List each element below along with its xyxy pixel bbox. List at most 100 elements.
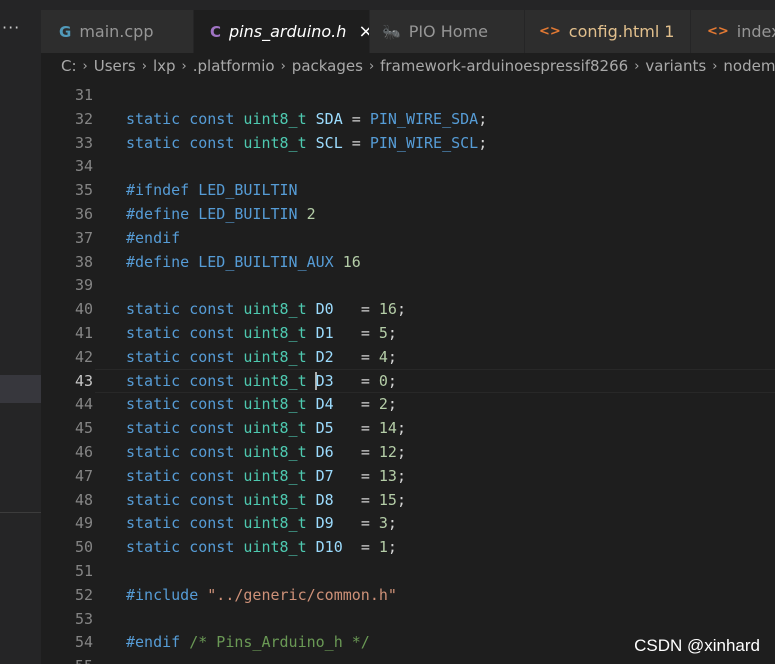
line-number: 39 [74, 276, 93, 295]
tab-main-cpp[interactable]: G main.cpp [41, 10, 194, 53]
cpp-file-icon: G [59, 22, 72, 41]
line-number: 38 [74, 252, 93, 271]
code-text: static const uint8_t D7 = 13; [126, 466, 406, 485]
code-text: static const uint8_t D2 = 4; [126, 347, 397, 366]
chevron-right-icon: › [280, 58, 286, 74]
c-file-icon: C [210, 22, 222, 41]
html-file-icon: <> [539, 24, 561, 39]
code-line[interactable]: 50 static const uint8_t D10 = 1; [41, 535, 775, 559]
code-text: #define LED_BUILTIN 2 [126, 205, 316, 223]
line-number: 50 [74, 538, 93, 557]
chevron-right-icon: › [181, 58, 187, 74]
problem-count-badge: 1 [664, 22, 675, 41]
code-editor[interactable]: 31 32 static const uint8_t SDA = PIN_WIRE_… [41, 83, 775, 664]
code-line[interactable]: 32 static const uint8_t SDA = PIN_WIRE_SD… [41, 107, 775, 131]
sidebar-selected-row[interactable] [0, 375, 41, 403]
line-number: 43 [74, 371, 93, 390]
code-line[interactable]: 52 #include "../generic/common.h" [41, 583, 775, 607]
line-number: 41 [74, 324, 93, 342]
line-number: 35 [74, 181, 93, 200]
tab-label: PIO Home [408, 22, 488, 41]
code-line[interactable]: 51 [41, 559, 775, 583]
breadcrumb-item[interactable]: Users [94, 57, 136, 75]
tab-label: pins_arduino.h [229, 22, 347, 41]
line-number: 42 [74, 347, 93, 366]
close-icon[interactable]: × [358, 21, 369, 42]
code-line[interactable]: 37 #endif [41, 226, 775, 250]
breadcrumb-item[interactable]: C: [61, 57, 77, 75]
code-text: static const uint8_t D5 = 14; [126, 419, 406, 438]
line-number: 55 [41, 654, 93, 664]
code-text: #ifndef LED_BUILTIN [126, 181, 298, 200]
line-number: 53 [74, 609, 93, 628]
breadcrumb-item[interactable]: variants [645, 57, 706, 75]
code-line[interactable]: 46 static const uint8_t D6 = 12; [41, 440, 775, 464]
sidebar-divider [0, 512, 41, 513]
code-text: static const uint8_t SDA = PIN_WIRE_SDA; [126, 109, 488, 128]
code-line[interactable]: 40 static const uint8_t D0 = 16; [41, 297, 775, 321]
code-text: static const uint8_t D1 = 5; [126, 324, 397, 342]
html-file-icon: <> [707, 24, 729, 39]
tab-label: main.cpp [79, 22, 154, 41]
code-text: #endif /* Pins_Arduino_h */ [126, 633, 370, 652]
watermark: CSDN @xinhard [634, 636, 760, 655]
line-number: 31 [74, 86, 93, 104]
code-line[interactable]: 44 static const uint8_t D4 = 2; [41, 392, 775, 416]
code-line[interactable]: 48 static const uint8_t D8 = 15; [41, 488, 775, 512]
code-text: static const uint8_t D10 = 1; [126, 538, 397, 557]
code-line[interactable]: 33 static const uint8_t SCL = PIN_WIRE_SC… [41, 131, 775, 155]
code-line[interactable]: 49 static const uint8_t D9 = 3; [41, 511, 775, 535]
tab-pins-arduino-h[interactable]: C pins_arduino.h × [194, 10, 370, 53]
line-number: 34 [74, 157, 93, 176]
line-number: 32 [74, 109, 93, 128]
code-text: static const uint8_t D6 = 12; [126, 443, 406, 461]
code-line[interactable]: 39 [41, 273, 775, 297]
line-number: 36 [74, 205, 93, 223]
platformio-icon: 🐜 [382, 22, 401, 41]
breadcrumb-item[interactable]: .platformio [193, 57, 275, 75]
code-text: #define LED_BUILTIN_AUX 16 [126, 252, 361, 271]
line-number: 52 [74, 585, 93, 604]
chevron-right-icon: › [141, 58, 147, 74]
breadcrumb-item[interactable]: nodemcu [723, 57, 775, 75]
breadcrumb-item[interactable]: packages [292, 57, 363, 75]
chevron-right-icon: › [368, 58, 375, 74]
tab-label: config.html [568, 22, 660, 41]
line-number: 40 [74, 300, 93, 319]
tab-index-h[interactable]: <> index.h [691, 10, 775, 53]
breadcrumb: C: › Users › lxp › .platformio › packages › framew… [41, 53, 775, 79]
chevron-right-icon: › [712, 58, 718, 74]
code-line[interactable]: 42 static const uint8_t D2 = 4; [41, 345, 775, 369]
sidebar: ··· [0, 0, 41, 664]
code-text: static const uint8_t SCL = PIN_WIRE_SCL; [126, 133, 488, 152]
code-text: #include "../generic/common.h" [126, 585, 397, 604]
line-number: 37 [74, 228, 93, 247]
code-line[interactable]: 38 #define LED_BUILTIN_AUX 16 [41, 250, 775, 274]
breadcrumb-item[interactable]: lxp [153, 57, 176, 75]
line-number: 33 [74, 133, 93, 152]
breadcrumb-item[interactable]: framework-arduinoespressif8266 [380, 57, 628, 75]
line-number: 47 [74, 466, 93, 485]
code-line[interactable]: 41 static const uint8_t D1 = 5; [41, 321, 775, 345]
line-number: 54 [74, 633, 93, 652]
line-number: 46 [74, 443, 93, 461]
code-text: static const uint8_t D0 = 16; [126, 300, 406, 319]
code-line[interactable]: 34 [41, 154, 775, 178]
more-actions-icon[interactable]: ··· [2, 18, 20, 37]
line-number: 49 [74, 514, 93, 533]
code-line[interactable]: 45 static const uint8_t D5 = 14; [41, 416, 775, 440]
code-line[interactable]: 53 [41, 607, 775, 631]
code-line[interactable]: 36 #define LED_BUILTIN 2 [41, 202, 775, 226]
code-line[interactable]: 31 [41, 83, 775, 107]
code-line[interactable]: 43 static const uint8_t D3 = 0; [41, 368, 775, 393]
line-number: 44 [74, 395, 93, 414]
tab-label: index.h [736, 22, 775, 41]
tab-pio-home[interactable]: 🐜 PIO Home [370, 10, 525, 53]
code-text: #endif [126, 228, 181, 247]
code-text: static const uint8_t D4 = 2; [126, 395, 397, 414]
code-line[interactable]: 47 static const uint8_t D7 = 13; [41, 464, 775, 488]
chevron-right-icon: › [82, 58, 88, 74]
tab-config-html[interactable]: <> config.html 1 [525, 10, 691, 53]
chevron-right-icon: › [634, 58, 640, 74]
code-line[interactable]: 35 #ifndef LED_BUILTIN [41, 178, 775, 202]
